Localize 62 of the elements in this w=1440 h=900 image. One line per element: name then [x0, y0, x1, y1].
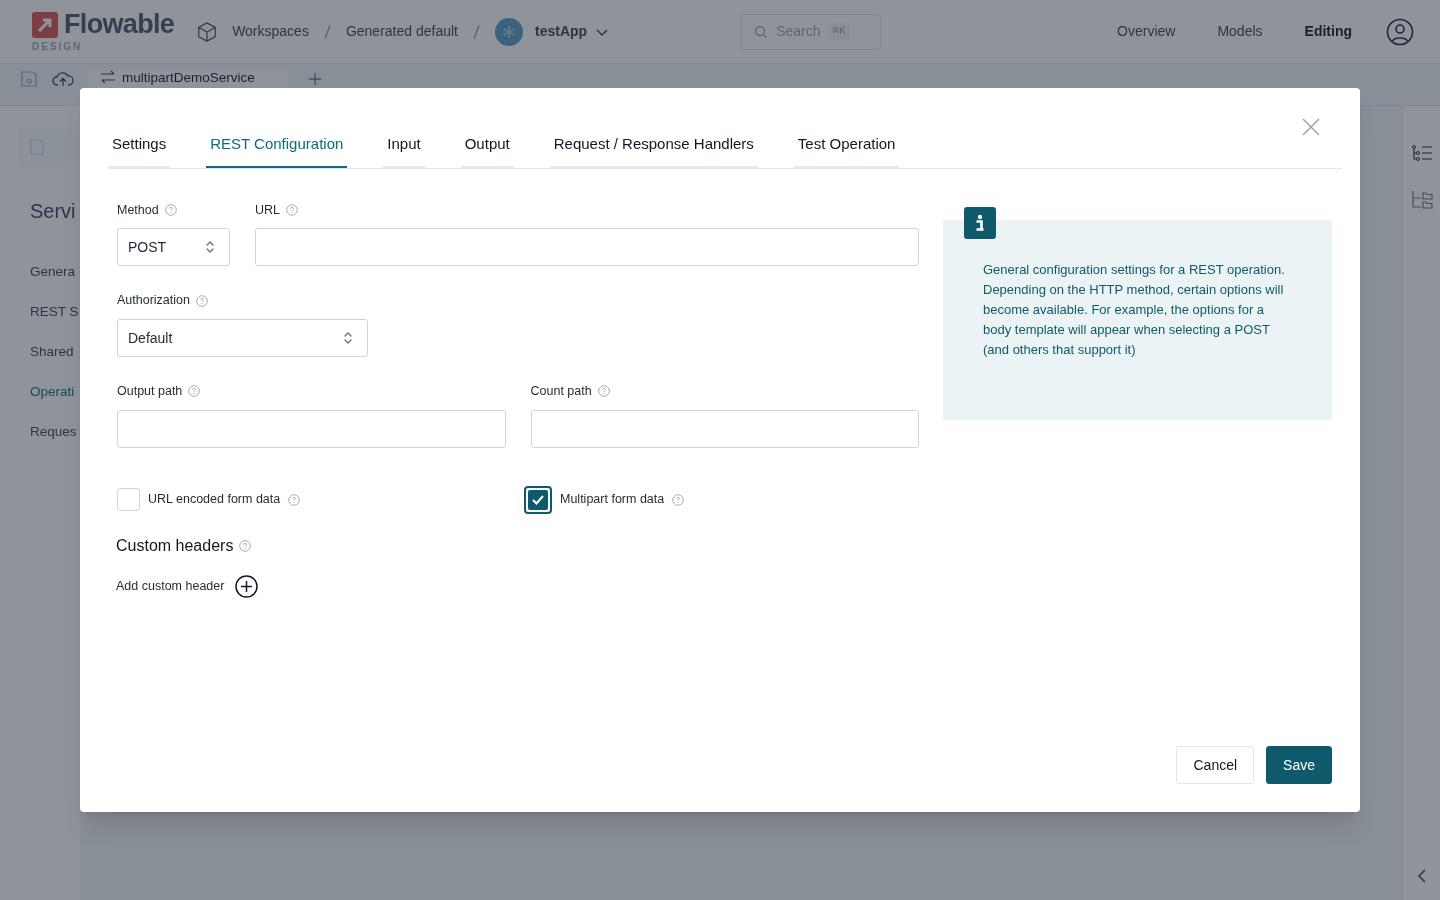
dialog-tab[interactable]: Request / Response Handlers [549, 133, 758, 168]
brand-name: Flowable [64, 11, 175, 38]
add-header-label: Add custom header [116, 577, 225, 595]
side-menu-item[interactable]: Genera [30, 252, 80, 292]
help-icon [286, 203, 298, 216]
add-circle-icon[interactable] [235, 574, 259, 598]
side-menu-item[interactable]: Reques [30, 412, 80, 452]
chevron-left-icon[interactable] [1416, 868, 1427, 884]
close-icon[interactable] [1302, 118, 1320, 136]
nav-link[interactable]: Editing [1304, 21, 1352, 42]
side-menu-item[interactable]: REST S [30, 292, 80, 332]
sort-caret-icon [343, 330, 353, 346]
dialog-tab[interactable]: Settings [108, 133, 171, 168]
select-field[interactable]: POST [117, 228, 230, 267]
section-heading: Custom headers [116, 535, 234, 556]
help-icon [188, 385, 201, 398]
nav-link[interactable]: Overview [1117, 21, 1176, 42]
input-field[interactable] [255, 228, 919, 267]
help-icon [672, 493, 685, 506]
logo-icon [32, 11, 58, 38]
check-icon [531, 493, 545, 506]
side-menu-item[interactable]: Operati [30, 372, 80, 412]
cloud-upload-icon[interactable] [52, 70, 74, 88]
dialog-tab[interactable]: Output [460, 133, 514, 168]
cube-icon [196, 20, 219, 43]
user-avatar-icon[interactable] [1386, 17, 1414, 46]
folder-tree-icon[interactable] [1410, 190, 1433, 210]
help-icon [164, 203, 177, 216]
field-label: URL [255, 201, 280, 219]
swap-arrows-icon [100, 70, 116, 84]
field-label: Count path [530, 383, 592, 400]
add-tab-icon[interactable] [308, 72, 322, 86]
nav-link[interactable]: Models [1217, 21, 1263, 42]
dialog-tab[interactable]: Test Operation [793, 133, 900, 168]
info-text: General configuration settings for a REST operation. Depending on the HTTP method, certain options will become available. For example, the options for a body template will appear when selecting a POST (and others that support it) [983, 260, 1286, 359]
dialog-tab[interactable]: Input [383, 133, 425, 168]
save-button[interactable]: Save [1266, 746, 1332, 784]
tree-list-icon[interactable] [1410, 144, 1433, 162]
search-icon [754, 24, 769, 39]
breadcrumb-link[interactable]: Generated default [345, 21, 458, 42]
cancel-button[interactable]: Cancel [1176, 746, 1255, 784]
help-icon [597, 385, 610, 398]
input-field[interactable] [530, 409, 919, 448]
dialog-tab[interactable]: REST Configuration [206, 133, 348, 168]
field-label: Method [117, 201, 159, 219]
breadcrumb-link[interactable]: Workspaces [232, 21, 309, 42]
checkbox-label: URL encoded form data [148, 491, 281, 509]
help-icon [239, 539, 252, 552]
app-switcher[interactable]: testApp [535, 21, 588, 42]
checkbox[interactable] [524, 485, 552, 514]
info-icon [964, 206, 996, 239]
help-icon [195, 294, 208, 307]
save-icon[interactable] [20, 70, 38, 88]
select-field[interactable]: Default [117, 319, 368, 357]
panel-title: Servi [30, 199, 77, 224]
asterisk-icon [503, 25, 515, 38]
field-label: Output path [117, 383, 183, 400]
checkbox-label: Multipart form data [560, 491, 665, 509]
input-field[interactable] [117, 409, 506, 448]
field-label: Authorization [117, 292, 190, 310]
side-menu-item[interactable]: Shared [30, 332, 80, 372]
help-icon [288, 493, 301, 506]
